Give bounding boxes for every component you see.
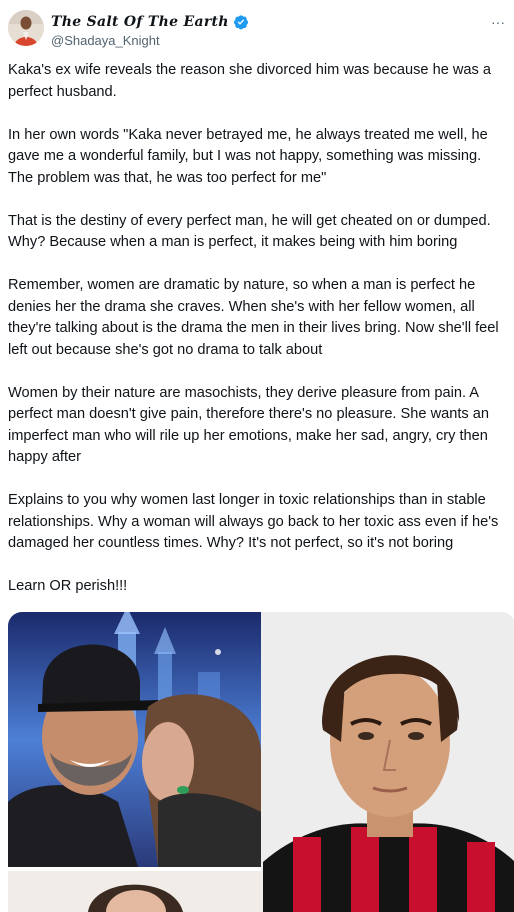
tweet-text: Kaka's ex wife reveals the reason she di… xyxy=(8,60,510,619)
author-handle[interactable]: @Shadaya_Knight xyxy=(51,33,249,48)
more-options-icon[interactable]: ··· xyxy=(488,14,508,30)
tweet: The Salt Of The Earth @Shadaya_Knight ··… xyxy=(0,0,514,912)
tweet-paragraph: Kaka's ex wife reveals the reason she di… xyxy=(8,62,492,100)
verified-badge-icon xyxy=(233,14,249,30)
media-image-couple[interactable] xyxy=(8,612,261,912)
display-name[interactable]: The Salt Of The Earth xyxy=(51,14,229,30)
display-name-row: The Salt Of The Earth xyxy=(51,12,249,32)
tweet-paragraph: That is the destiny of every perfect man… xyxy=(8,212,491,251)
tweet-header: The Salt Of The Earth @Shadaya_Knight ··… xyxy=(8,10,508,50)
tweet-paragraph: In her own words "Kaka never betrayed me… xyxy=(8,126,488,186)
tweet-media[interactable] xyxy=(8,612,514,912)
tweet-paragraph: Remember, women are dramatic by nature, … xyxy=(8,277,499,358)
media-image-kaka[interactable] xyxy=(263,612,514,912)
tweet-paragraph: Women by their nature are masochists, th… xyxy=(8,384,489,466)
tweet-paragraph: Learn OR perish!!! xyxy=(8,578,128,594)
avatar[interactable] xyxy=(8,10,44,46)
tweet-paragraph: Explains to you why women last longer in… xyxy=(8,492,499,551)
author-names: The Salt Of The Earth @Shadaya_Knight xyxy=(51,12,249,48)
